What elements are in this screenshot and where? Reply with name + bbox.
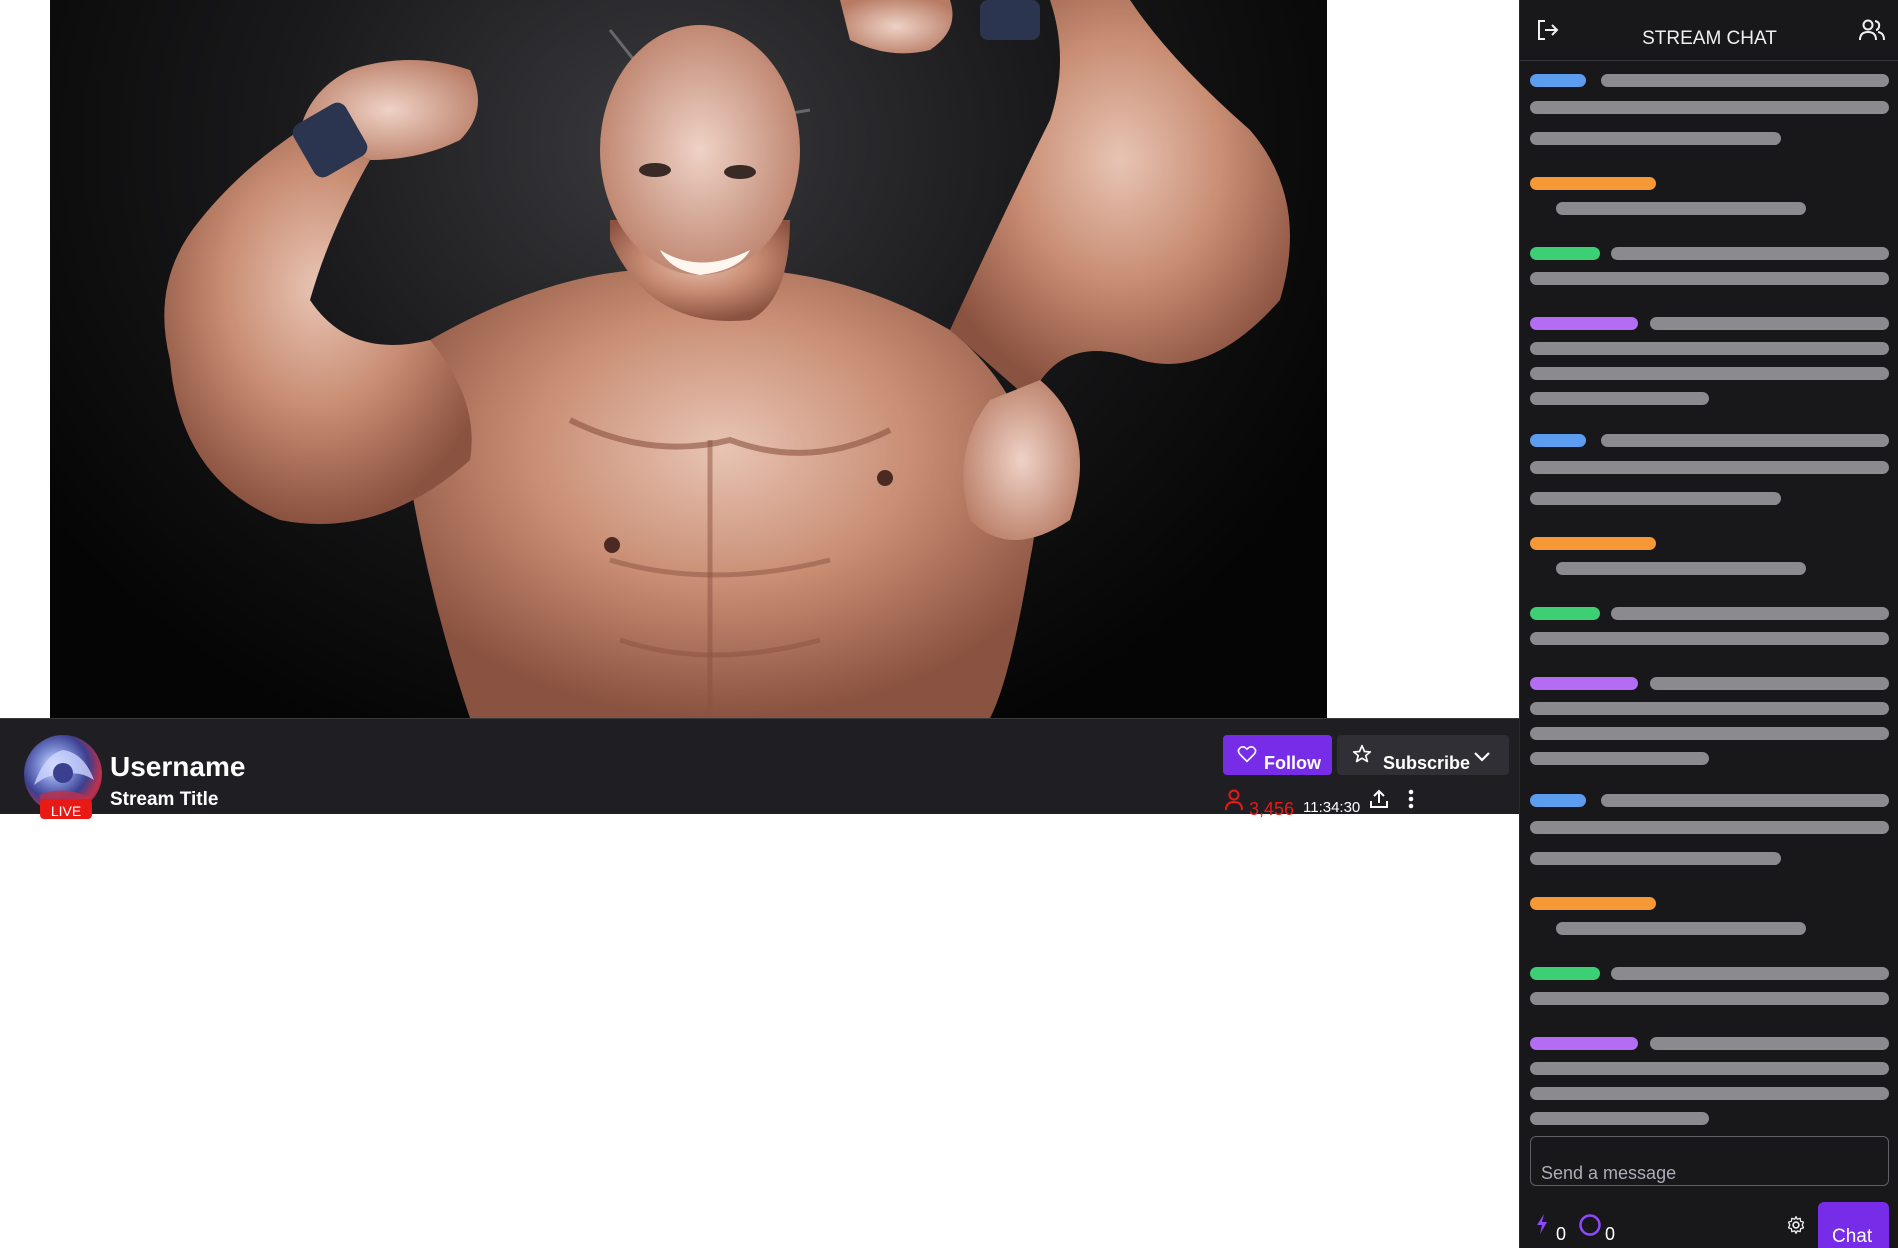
points-count: 0 <box>1605 1224 1616 1244</box>
chat-message-placeholder <box>1650 1037 1889 1050</box>
chat-username-placeholder <box>1530 317 1638 330</box>
chat-message-placeholder <box>1530 1112 1709 1125</box>
chat-message-placeholder <box>1530 992 1889 1005</box>
heart-icon <box>1237 745 1257 768</box>
chat-message-placeholder <box>1530 821 1889 834</box>
subscribe-button[interactable]: Subscribe <box>1337 735 1509 775</box>
chat-title: STREAM CHAT <box>1642 28 1777 49</box>
chat-message-placeholder <box>1530 461 1889 474</box>
chat-username-placeholder <box>1530 177 1656 190</box>
chat-username-placeholder <box>1530 74 1586 87</box>
share-icon[interactable] <box>1368 788 1390 815</box>
video-frame[interactable] <box>50 0 1327 718</box>
chat-message-placeholder <box>1530 132 1781 145</box>
chevron-down-icon[interactable] <box>1473 748 1491 769</box>
chat-username-placeholder <box>1530 677 1638 690</box>
stream-info-bar: LIVE Username Stream Title Follow Subscr… <box>0 718 1519 819</box>
chat-message-placeholder <box>1650 677 1889 690</box>
chat-input-placeholder: Send a message <box>1541 1163 1677 1183</box>
chat-message-placeholder <box>1530 367 1889 380</box>
star-icon <box>1352 744 1372 769</box>
chat-header: STREAM CHAT <box>1520 0 1898 61</box>
channel-username[interactable]: Username <box>110 751 245 783</box>
chat-message-placeholder <box>1530 492 1781 505</box>
stream-title: Stream Title <box>110 789 219 810</box>
bits-count: 0 <box>1556 1224 1567 1244</box>
chat-message-placeholder <box>1611 247 1889 260</box>
chat-message-placeholder <box>1530 727 1889 740</box>
chat-message-placeholder <box>1530 392 1709 405</box>
video-content-image <box>164 0 1290 718</box>
chat-message-placeholder <box>1556 202 1806 215</box>
chat-message-placeholder <box>1611 967 1889 980</box>
gear-icon[interactable] <box>1786 1215 1806 1240</box>
live-badge: LIVE <box>40 799 92 819</box>
users-icon[interactable] <box>1859 18 1885 47</box>
video-player-area[interactable] <box>0 0 1519 718</box>
chat-message-placeholder <box>1530 632 1889 645</box>
chat-message-placeholder <box>1530 342 1889 355</box>
follow-label: Follow <box>1264 753 1321 773</box>
chat-message-placeholder <box>1556 562 1806 575</box>
bits-icon[interactable] <box>1535 1213 1549 1240</box>
channel-points-icon[interactable] <box>1578 1213 1602 1242</box>
chat-username-placeholder <box>1530 967 1600 980</box>
more-vertical-icon[interactable] <box>1406 788 1416 815</box>
chat-message-placeholder <box>1601 434 1889 447</box>
chat-message-input[interactable]: Send a message <box>1530 1136 1889 1186</box>
viewer-count: 3,456 <box>1249 799 1295 819</box>
subscribe-label: Subscribe <box>1383 753 1471 773</box>
chat-message-placeholder <box>1530 702 1889 715</box>
send-chat-label: Chat <box>1832 1226 1873 1247</box>
stream-uptime: 11:34:30 <box>1303 799 1361 816</box>
chat-message-placeholder <box>1530 1062 1889 1075</box>
chat-message-placeholder <box>1530 752 1709 765</box>
chat-message-placeholder <box>1601 794 1889 807</box>
chat-username-placeholder <box>1530 434 1586 447</box>
chat-username-placeholder <box>1530 794 1586 807</box>
chat-message-placeholder <box>1530 101 1889 114</box>
chat-username-placeholder <box>1530 607 1600 620</box>
chat-panel: STREAM CHAT Send a message 0 0 Chat <box>1519 0 1898 1248</box>
person-icon <box>1224 789 1244 816</box>
chat-username-placeholder <box>1530 897 1656 910</box>
follow-button[interactable]: Follow <box>1223 735 1332 775</box>
send-chat-button[interactable]: Chat <box>1818 1202 1889 1248</box>
chat-message-placeholder <box>1650 317 1889 330</box>
chat-message-placeholder <box>1611 607 1889 620</box>
chat-message-placeholder <box>1601 74 1889 87</box>
chat-message-placeholder <box>1530 852 1781 865</box>
chat-username-placeholder <box>1530 247 1600 260</box>
chat-message-placeholder <box>1530 272 1889 285</box>
chat-username-placeholder <box>1530 537 1656 550</box>
chat-message-placeholder <box>1556 922 1806 935</box>
chat-username-placeholder <box>1530 1037 1638 1050</box>
chat-message-placeholder <box>1530 1087 1889 1100</box>
